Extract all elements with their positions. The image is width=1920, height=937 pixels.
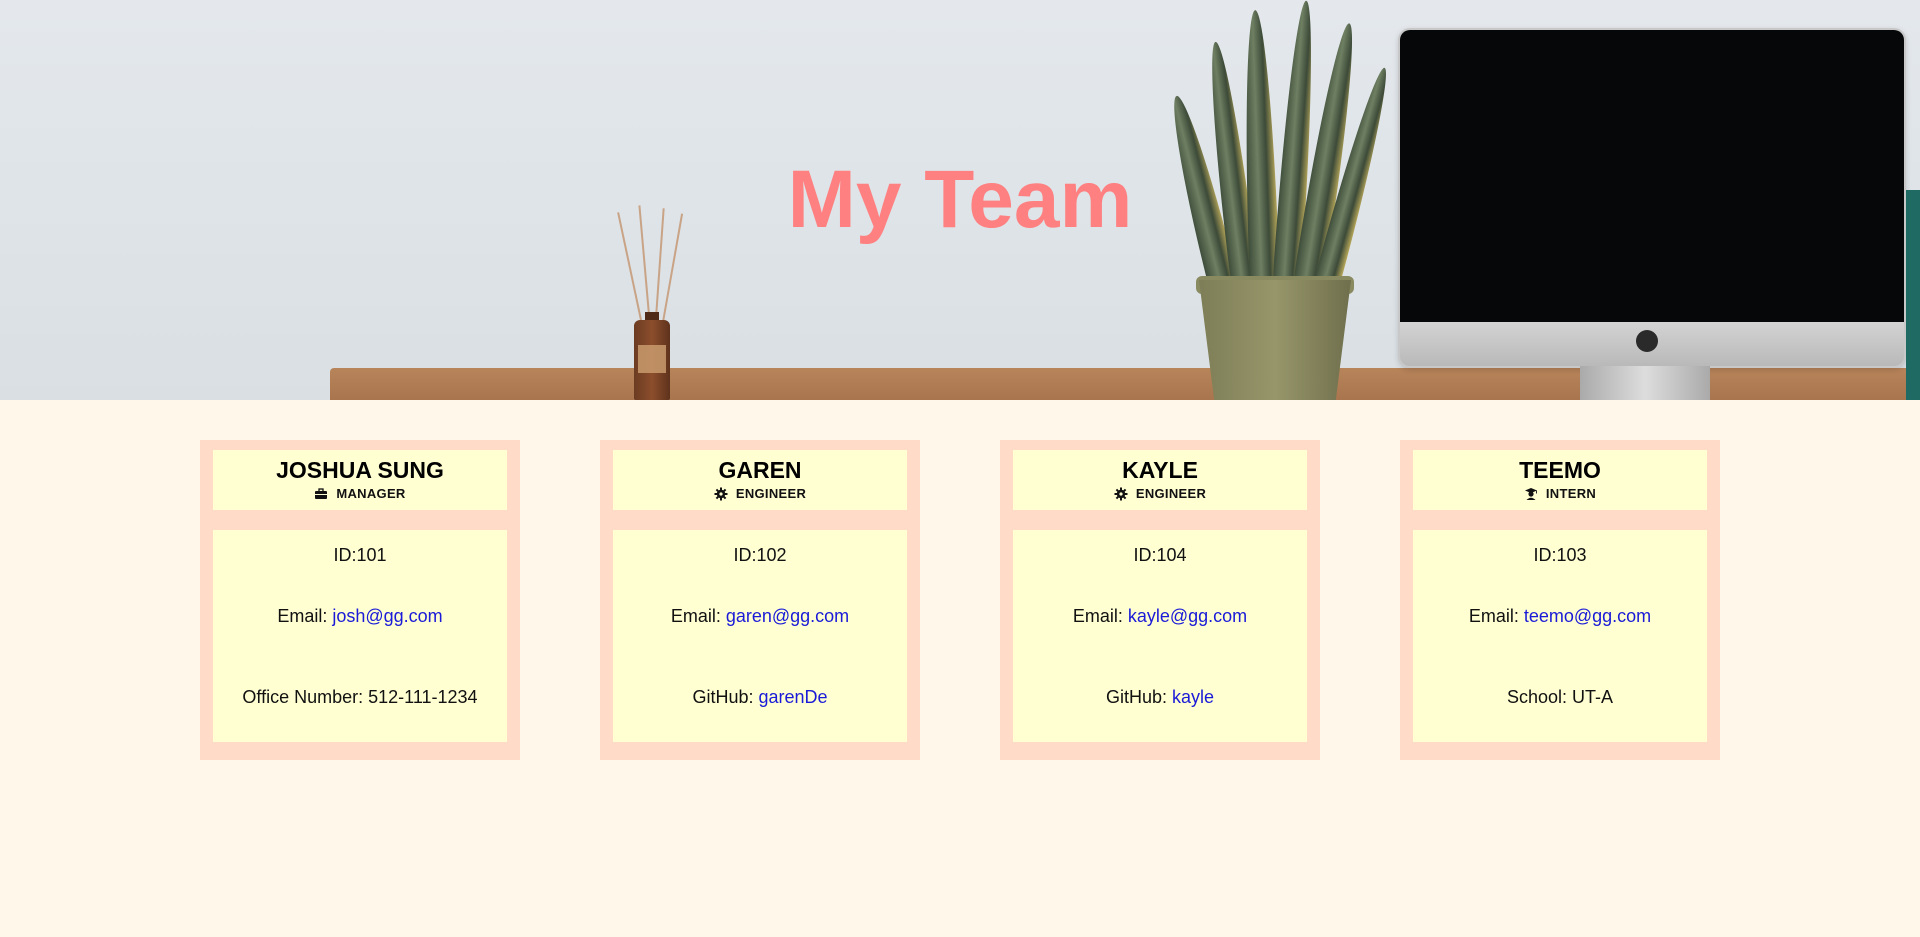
employee-name: TEEMO	[1519, 457, 1601, 483]
employee-id: ID:103	[1533, 545, 1587, 565]
email-label: Email:	[1072, 606, 1128, 626]
employee-name: JOSHUA SUNG	[276, 457, 444, 483]
team-cards: JOSHUA SUNG MANAGER ID:101 Email: josh@g…	[0, 440, 1920, 760]
employee-card: KAYLE ENGINEER ID:104 Email: kayle@gg.co…	[1000, 440, 1320, 760]
employee-email-row: Email: teemo@gg.com	[1413, 605, 1707, 627]
github-link[interactable]: kayle	[1172, 687, 1214, 707]
github-row: GitHub: garenDe	[613, 686, 907, 708]
role-label: ENGINEER	[735, 486, 807, 501]
employee-name: KAYLE	[1122, 457, 1198, 483]
employee-id: ID:104	[1133, 545, 1187, 565]
employee-role: MANAGER	[314, 485, 405, 503]
email-label: Email:	[277, 606, 333, 626]
employee-email-row: Email: kayle@gg.com	[1013, 605, 1307, 627]
card-header: KAYLE ENGINEER	[1013, 450, 1307, 510]
card-header: GAREN ENGINEER	[613, 450, 907, 510]
card-body: ID:102 Email: garen@gg.com GitHub: garen…	[613, 530, 907, 742]
email-link[interactable]: garen@gg.com	[726, 606, 849, 626]
employee-id: ID:101	[333, 545, 387, 565]
card-body: ID:104 Email: kayle@gg.com GitHub: kayle	[1013, 530, 1307, 742]
card-header: TEEMO INTERN	[1413, 450, 1707, 510]
diffuser-label-image	[638, 345, 666, 373]
hero-banner: My Team	[0, 0, 1920, 400]
school-label: School: UT-A	[1506, 687, 1614, 707]
school-row: School: UT-A	[1413, 686, 1707, 708]
plant-pot-image	[1199, 280, 1351, 400]
card-body: ID:101 Email: josh@gg.com Office Number:…	[213, 530, 507, 742]
office-number: Office Number: 512-111-1234	[213, 686, 507, 708]
monitor-stand	[1580, 366, 1710, 400]
email-link[interactable]: teemo@gg.com	[1524, 606, 1651, 626]
apple-logo-icon	[1636, 330, 1658, 352]
role-label: MANAGER	[336, 486, 406, 501]
github-label: GitHub:	[1105, 687, 1172, 707]
github-link[interactable]: garenDe	[758, 687, 827, 707]
employee-name: GAREN	[718, 457, 802, 483]
gear-icon	[1114, 487, 1128, 501]
role-label: ENGINEER	[1135, 486, 1207, 501]
email-label: Email:	[1468, 606, 1524, 626]
email-link[interactable]: josh@gg.com	[332, 606, 442, 626]
employee-role: INTERN	[1524, 485, 1596, 503]
role-label: INTERN	[1545, 486, 1597, 501]
page-title: My Team	[787, 154, 1133, 245]
gear-icon	[714, 487, 728, 501]
employee-id: ID:102	[733, 545, 787, 565]
employee-email-row: Email: josh@gg.com	[213, 605, 507, 627]
github-row: GitHub: kayle	[1013, 686, 1307, 708]
card-header: JOSHUA SUNG MANAGER	[213, 450, 507, 510]
employee-role: ENGINEER	[714, 485, 806, 503]
employee-role: ENGINEER	[1114, 485, 1206, 503]
github-label: GitHub:	[692, 687, 759, 707]
email-label: Email:	[670, 606, 726, 626]
email-link[interactable]: kayle@gg.com	[1128, 606, 1247, 626]
graduate-icon	[1524, 488, 1537, 500]
briefcase-icon	[315, 488, 328, 499]
office-number-label: Office Number: 512-111-1234	[242, 687, 478, 707]
employee-card: JOSHUA SUNG MANAGER ID:101 Email: josh@g…	[200, 440, 520, 760]
employee-card: TEEMO INTERN ID:103 Email: teemo@gg.com …	[1400, 440, 1720, 760]
employee-email-row: Email: garen@gg.com	[613, 605, 907, 627]
card-body: ID:103 Email: teemo@gg.com School: UT-A	[1413, 530, 1707, 742]
employee-card: GAREN ENGINEER ID:102 Email: garen@gg.co…	[600, 440, 920, 760]
